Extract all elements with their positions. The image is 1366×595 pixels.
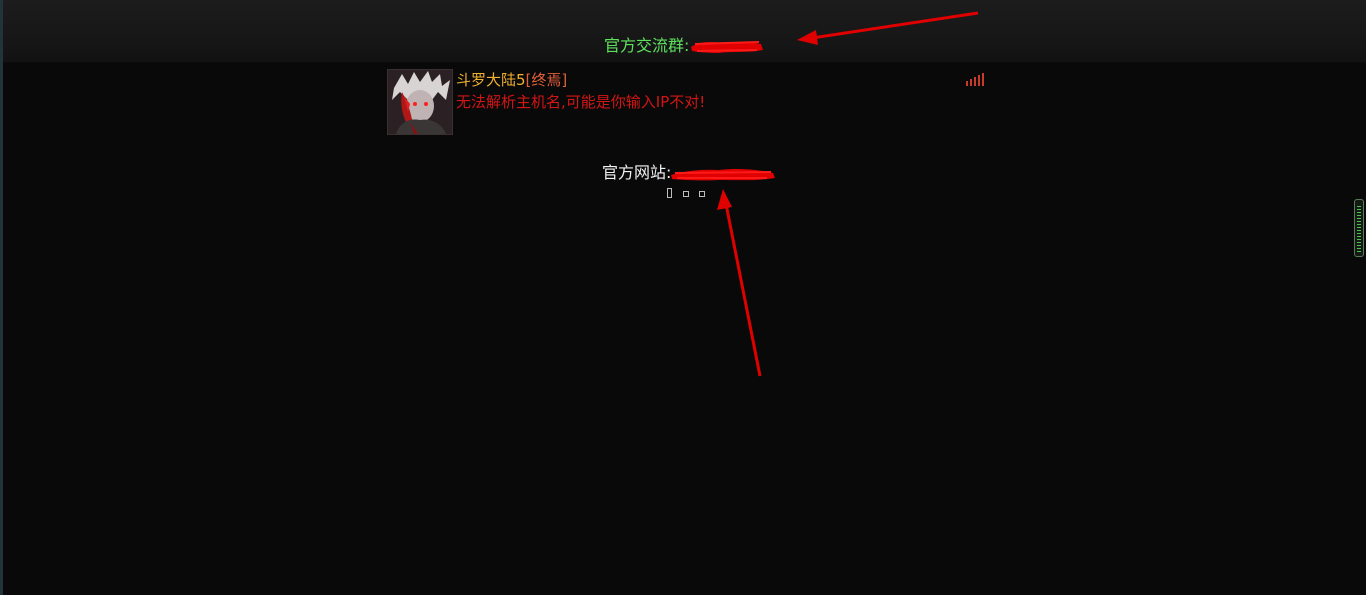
server-name: 斗罗大陆5	[456, 71, 526, 89]
official-group-line: 官方交流群:	[604, 35, 765, 57]
server-title: 斗罗大陆5[终焉]	[456, 70, 567, 90]
official-website-line: 官方网站:	[602, 162, 777, 184]
server-tag: [终焉]	[525, 71, 568, 89]
redacted-group-number	[691, 40, 764, 53]
page-dot-2[interactable]	[683, 191, 689, 197]
server-entry[interactable]: 斗罗大陆5[终焉] 无法解析主机名,可能是你输入IP不对!	[387, 69, 987, 135]
window-left-border	[0, 0, 3, 595]
server-status-message: 无法解析主机名,可能是你输入IP不对!	[456, 93, 706, 111]
page-dot-3[interactable]	[699, 191, 705, 197]
server-avatar	[387, 69, 453, 135]
page-indicator[interactable]	[663, 187, 713, 201]
avatar-image	[388, 70, 452, 134]
official-group-label: 官方交流群:	[604, 36, 690, 55]
signal-bars-icon	[966, 73, 984, 86]
official-website-label: 官方网站:	[602, 163, 672, 182]
page-dot-1[interactable]	[667, 188, 672, 198]
launcher-window: 官方交流群: 斗罗大陆5[终焉] 无法解析主机名,可能是你输入IP不对! 官方网…	[0, 0, 1366, 595]
arrow-to-website	[717, 189, 762, 377]
volume-slider-handle[interactable]	[1354, 199, 1364, 257]
redacted-website-url	[671, 168, 776, 180]
